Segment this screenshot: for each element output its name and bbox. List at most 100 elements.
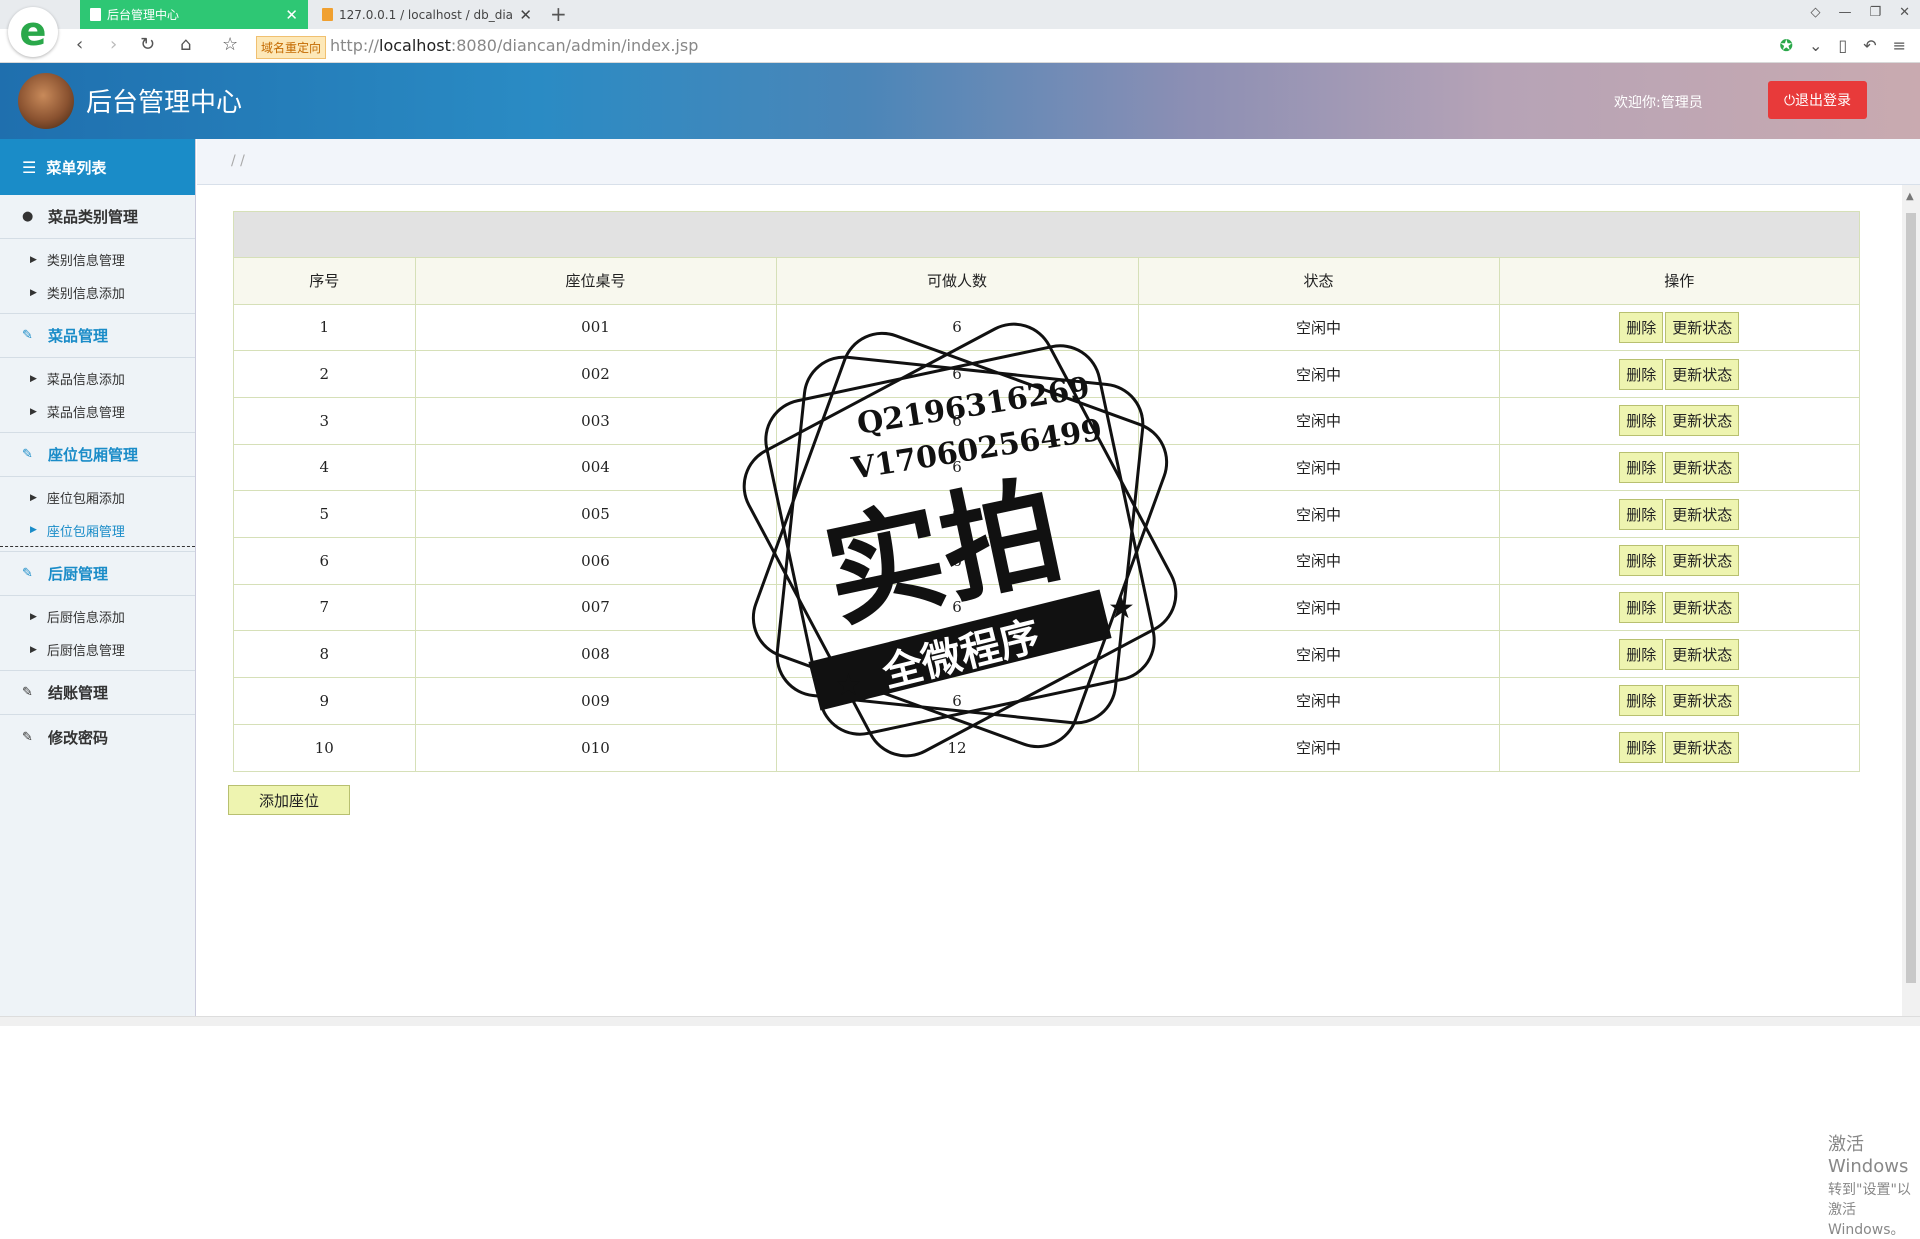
cell-seat: 003 [415, 397, 777, 445]
group-label: 座位包厢管理 [48, 446, 139, 464]
phpmyadmin-icon [322, 8, 333, 21]
dropdown-icon[interactable]: ⌄ [1809, 36, 1822, 55]
sidebar-item-category-manage[interactable]: ▶ 类别信息管理 [0, 243, 195, 276]
update-status-button[interactable]: 更新状态 [1665, 732, 1740, 764]
cell-no: 7 [234, 584, 416, 632]
seat-table-panel: 序号 座位桌号 可做人数 状态 操作 1 001 6 空闲中 删除 更新状态 2 002 6 空闲… [233, 211, 1860, 772]
sidebar-item-seat-add[interactable]: ▶ 座位包厢添加 [0, 481, 195, 514]
item-label: 后厨信息添加 [46, 611, 125, 626]
update-status-button[interactable]: 更新状态 [1665, 451, 1740, 483]
scroll-up-icon[interactable]: ▲ [1906, 191, 1914, 202]
sidebar-item-kitchen-manage[interactable]: ▶ 后厨信息管理 [0, 633, 195, 666]
cell-capacity: 6 [776, 630, 1139, 678]
update-status-button[interactable]: 更新状态 [1665, 545, 1740, 577]
power-icon: ⏻ [1783, 92, 1796, 108]
delete-button[interactable]: 删除 [1619, 405, 1664, 437]
column-header: 序号 [234, 258, 416, 305]
caret-right-icon: ▶ [30, 287, 37, 298]
delete-button[interactable]: 删除 [1619, 732, 1664, 764]
caret-right-icon: ▶ [30, 373, 37, 384]
minimize-icon[interactable]: — [1838, 5, 1851, 20]
update-status-button[interactable]: 更新状态 [1665, 498, 1740, 530]
update-status-button[interactable]: 更新状态 [1665, 685, 1740, 717]
table-row: 6 006 6 空闲中 删除 更新状态 [234, 537, 1859, 585]
sidebar-item-seat-manage[interactable]: ▶ 座位包厢管理 [0, 514, 195, 547]
logout-button[interactable]: ⏻退出登录 [1768, 81, 1867, 119]
sidebar-group-checkout[interactable]: ✎ 结账管理 [0, 671, 195, 715]
app-title: 后台管理中心 [86, 88, 243, 118]
sidebar-group-dish-category[interactable]: ● 菜品类别管理 [0, 195, 195, 239]
url-input[interactable]: http://localhost:8080/diancan/admin/inde… [330, 36, 698, 55]
sidebar-group-password[interactable]: ✎ 修改密码 [0, 715, 195, 759]
skin-icon[interactable]: ◇ [1810, 5, 1820, 20]
cell-seat: 005 [415, 490, 777, 538]
delete-button[interactable]: 删除 [1619, 498, 1664, 530]
update-status-button[interactable]: 更新状态 [1665, 405, 1740, 437]
delete-button[interactable]: 删除 [1619, 358, 1664, 390]
table-row: 5 005 6 空闲中 删除 更新状态 [234, 490, 1859, 538]
activation-hint: 转到"设置"以激活 Windows。 [1828, 1182, 1911, 1238]
item-label: 菜品信息添加 [46, 373, 125, 388]
new-tab-icon[interactable]: + [550, 2, 567, 26]
favorite-star-icon[interactable]: ☆ [222, 34, 238, 55]
update-status-button[interactable]: 更新状态 [1665, 358, 1740, 390]
edit-icon: ✎ [22, 328, 33, 343]
sidebar-group-seat[interactable]: ✎ 座位包厢管理 [0, 433, 195, 477]
forward-icon[interactable]: › [110, 34, 117, 55]
menu-header: ☰ 菜单列表 [0, 139, 195, 195]
redirect-badge: 域名重定向 [256, 36, 327, 59]
close-tab-icon[interactable]: ✕ [285, 6, 298, 24]
group-label: 后厨管理 [48, 565, 109, 583]
close-window-icon[interactable]: ✕ [1899, 5, 1910, 20]
menu-title: 菜单列表 [46, 158, 107, 177]
edit-icon: ✎ [22, 447, 33, 462]
reload-icon[interactable]: ↻ [140, 34, 155, 55]
back-icon[interactable]: ‹ [76, 34, 83, 55]
scrollbar-thumb[interactable] [1906, 213, 1916, 983]
url-prefix: http:// [330, 36, 380, 55]
update-status-button[interactable]: 更新状态 [1665, 638, 1740, 670]
bookmark-icon[interactable]: ▯ [1838, 36, 1847, 55]
breadcrumb: / / [197, 139, 1920, 185]
close-tab-icon[interactable]: ✕ [519, 6, 532, 24]
caret-right-icon: ▶ [30, 644, 37, 655]
delete-button[interactable]: 删除 [1619, 638, 1664, 670]
update-status-button[interactable]: 更新状态 [1665, 311, 1740, 343]
cell-no: 1 [234, 304, 416, 352]
sidebar-item-category-add[interactable]: ▶ 类别信息添加 [0, 276, 195, 309]
list-icon: ☰ [22, 157, 37, 177]
menu-icon[interactable]: ≡ [1893, 36, 1906, 55]
sidebar-item-kitchen-add[interactable]: ▶ 后厨信息添加 [0, 600, 195, 633]
caret-right-icon: ▶ [30, 525, 37, 535]
delete-button[interactable]: 删除 [1619, 685, 1664, 717]
update-status-button[interactable]: 更新状态 [1665, 591, 1740, 623]
browser-tab-phpmyadmin[interactable]: 127.0.0.1 / localhost / db_dia ✕ [312, 0, 542, 29]
windows-activation-notice: 激活 Windows 转到"设置"以激活 Windows。 [1828, 1130, 1920, 1239]
delete-button[interactable]: 删除 [1619, 591, 1664, 623]
cell-no: 2 [234, 350, 416, 398]
undo-icon[interactable]: ↶ [1863, 36, 1876, 55]
home-icon[interactable]: ⌂ [180, 34, 191, 55]
cell-status: 空闲中 [1138, 537, 1500, 585]
add-seat-button[interactable]: 添加座位 [228, 785, 350, 815]
maximize-icon[interactable]: ❐ [1869, 5, 1881, 20]
browser-tab-admin[interactable]: 后台管理中心 ✕ [80, 0, 308, 29]
delete-button[interactable]: 删除 [1619, 451, 1664, 483]
browser-tab-bar: 后台管理中心 ✕ 127.0.0.1 / localhost / db_dia … [0, 0, 1920, 29]
item-label: 座位包厢添加 [46, 492, 125, 507]
sidebar-item-dish-add[interactable]: ▶ 菜品信息添加 [0, 362, 195, 395]
seat-table: 序号 座位桌号 可做人数 状态 操作 1 001 6 空闲中 删除 更新状态 2 002 6 空闲… [234, 258, 1859, 771]
edit-icon: ✎ [22, 729, 33, 745]
activation-title: 激活 Windows [1828, 1134, 1909, 1177]
column-header: 操作 [1499, 258, 1859, 305]
delete-button[interactable]: 删除 [1619, 545, 1664, 577]
cell-capacity: 6 [776, 397, 1139, 445]
cell-actions: 删除 更新状态 [1499, 490, 1859, 538]
sidebar-group-kitchen[interactable]: ✎ 后厨管理 [0, 552, 195, 596]
sidebar-item-dish-manage[interactable]: ▶ 菜品信息管理 [0, 395, 195, 428]
delete-button[interactable]: 删除 [1619, 311, 1664, 343]
vertical-scrollbar[interactable]: ▲ [1902, 185, 1920, 1016]
sidebar-group-dish[interactable]: ✎ 菜品管理 [0, 314, 195, 358]
cell-no: 8 [234, 630, 416, 678]
security-icon[interactable]: ✪ [1780, 36, 1793, 55]
